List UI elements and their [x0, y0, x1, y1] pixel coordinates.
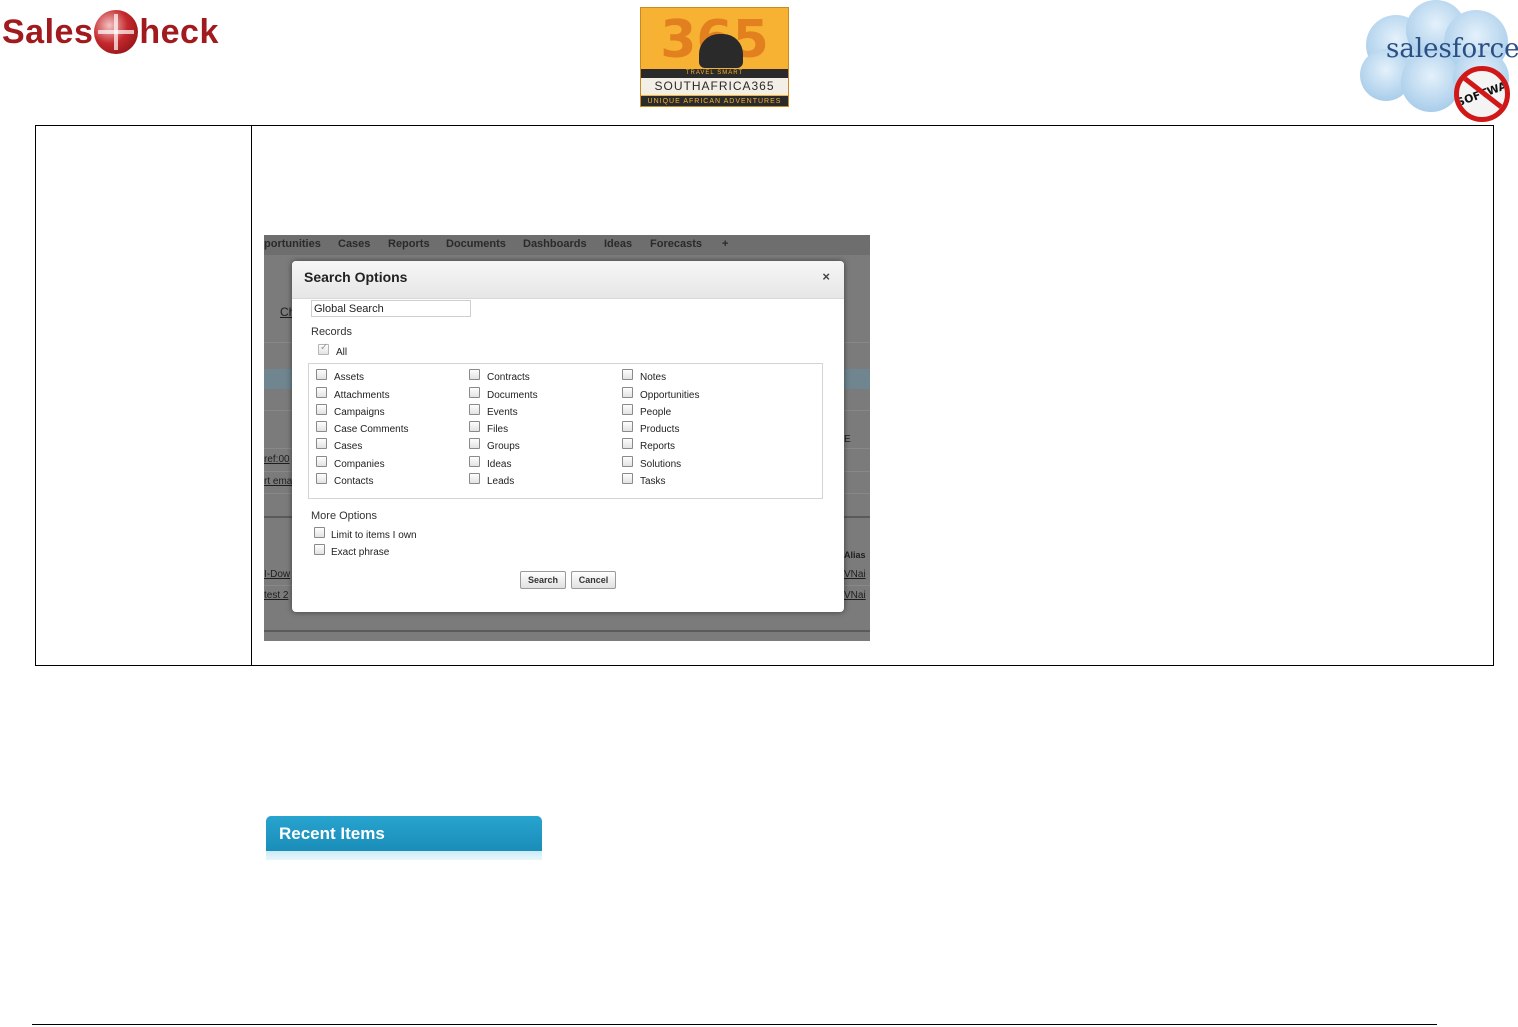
record-type-label: Contacts: [334, 476, 374, 487]
footer-rule: [32, 1024, 1437, 1025]
salesforce-wordmark: salesforce: [1386, 34, 1518, 64]
record-type-label: Documents: [487, 389, 538, 401]
recent-items-header[interactable]: Recent Items: [266, 816, 542, 851]
tab-ideas[interactable]: Ideas: [604, 238, 632, 250]
tab-bar: portunities Cases Reports Documents Dash…: [264, 235, 870, 255]
bg-link: VNai: [844, 569, 866, 580]
bg-divider: [264, 630, 870, 632]
bg-link: ref:00: [264, 454, 290, 465]
record-type-label: Tasks: [640, 476, 666, 487]
record-type-checkbox[interactable]: [622, 455, 633, 467]
search-button[interactable]: Search: [520, 571, 566, 589]
record-type-label: Reports: [640, 441, 676, 452]
record-type-label: Case Comments: [334, 424, 409, 435]
record-type-checkbox[interactable]: [622, 421, 633, 432]
record-type-label: Cases: [334, 441, 363, 452]
record-type-label: Attachments: [334, 389, 390, 401]
salescheck-globe-icon: [94, 10, 139, 54]
record-type-label: Notes: [640, 372, 667, 383]
tab-forecasts[interactable]: Forecasts: [650, 238, 702, 250]
search-options-screenshot: portunities Cases Reports Documents Dash…: [264, 235, 870, 641]
record-type-label: Groups: [487, 441, 520, 452]
search-options-dialog: Search Options × Records All More Option…: [292, 261, 844, 612]
record-type-checkbox[interactable]: [469, 404, 480, 415]
record-type-checkbox[interactable]: [316, 369, 327, 380]
southafrica365-logo: 365 TRAVEL SMART SOUTHAFRICA365 UNIQUE A…: [640, 7, 789, 107]
record-type-label: Events: [487, 407, 518, 418]
table-column-divider: [251, 126, 252, 665]
record-type-checkbox[interactable]: [316, 421, 327, 432]
record-type-label: Solutions: [640, 458, 682, 470]
salescheck-logo-text-left: Sales: [2, 12, 94, 51]
record-type-checkbox[interactable]: [469, 421, 480, 432]
cancel-button[interactable]: Cancel: [571, 571, 616, 589]
record-type-label: Contracts: [487, 372, 530, 383]
record-type-checkbox[interactable]: [316, 404, 327, 415]
record-type-label: Campaigns: [334, 407, 385, 418]
exact-phrase-checkbox[interactable]: [314, 544, 325, 555]
bg-link: I-Dow: [264, 569, 291, 580]
salescheck-logo-text-right: heck: [139, 12, 219, 51]
record-type-label: Assets: [334, 372, 365, 383]
records-label: Records: [311, 326, 352, 338]
tab-cases[interactable]: Cases: [338, 238, 370, 250]
sa365-name: SOUTHAFRICA365: [641, 78, 788, 95]
tab-reports[interactable]: Reports: [388, 238, 430, 250]
record-type-label: Opportunities: [640, 389, 700, 401]
salescheck-logo: Sales heck: [2, 6, 254, 58]
record-type-checkbox[interactable]: [469, 455, 480, 467]
record-type-checkbox[interactable]: [622, 473, 633, 484]
record-type-checkbox[interactable]: [622, 404, 633, 415]
all-checkbox[interactable]: [318, 342, 329, 355]
dialog-title-bar: Search Options ×: [292, 261, 844, 299]
bg-column-header: Alias: [844, 550, 866, 560]
record-type-label: Ideas: [487, 458, 512, 470]
record-type-checkbox[interactable]: [622, 386, 633, 398]
record-type-checkbox[interactable]: [622, 369, 633, 380]
record-type-checkbox[interactable]: [316, 438, 327, 449]
close-icon[interactable]: ×: [822, 269, 830, 284]
recent-items-title: Recent Items: [279, 824, 385, 843]
record-type-label: Products: [640, 424, 680, 435]
tab-opportunities[interactable]: portunities: [264, 238, 321, 250]
salesforce-logo: salesforce SOFTWARE: [1356, 0, 1518, 125]
no-software-stamp-icon: SOFTWARE: [1454, 66, 1510, 122]
record-type-checkbox[interactable]: [316, 455, 327, 467]
add-tab-icon[interactable]: +: [722, 238, 728, 250]
tab-dashboards[interactable]: Dashboards: [523, 238, 587, 250]
tab-documents[interactable]: Documents: [446, 238, 506, 250]
record-type-checkbox[interactable]: [469, 369, 480, 380]
record-type-checkbox[interactable]: [469, 438, 480, 449]
bg-text: E: [844, 434, 851, 445]
document-page: Sales heck 365 TRAVEL SMART SOUTHAFRICA3…: [0, 0, 1518, 1027]
elephant-icon: [699, 34, 743, 68]
more-options-label: More Options: [311, 510, 378, 522]
record-type-checkbox[interactable]: [469, 386, 480, 398]
exact-phrase-label: Exact phrase: [331, 547, 390, 558]
limit-to-own-label: Limit to items I own: [331, 530, 417, 541]
record-type-label: Files: [487, 424, 509, 435]
recent-items-panel: Recent Items: [266, 816, 542, 860]
record-type-checkbox[interactable]: [316, 473, 327, 484]
record-type-label: Leads: [487, 476, 515, 487]
bg-link: test 2: [264, 590, 289, 601]
all-checkbox-label: All: [336, 347, 348, 358]
sa365-tagline-top: TRAVEL SMART: [641, 69, 788, 78]
dialog-title: Search Options: [304, 269, 408, 285]
record-type-label: People: [640, 407, 672, 418]
limit-to-own-checkbox[interactable]: [314, 527, 325, 538]
record-type-checkbox[interactable]: [622, 438, 633, 449]
record-type-checkbox[interactable]: [469, 473, 480, 484]
record-type-label: Companies: [334, 458, 385, 470]
record-type-checkbox[interactable]: [316, 386, 327, 398]
bg-link: rt ema: [264, 476, 293, 487]
sa365-tagline-bottom: UNIQUE AFRICAN ADVENTURES: [641, 96, 788, 106]
search-scope-field[interactable]: [311, 300, 471, 317]
recent-items-body: [266, 851, 542, 860]
bg-link: VNai: [844, 590, 866, 601]
